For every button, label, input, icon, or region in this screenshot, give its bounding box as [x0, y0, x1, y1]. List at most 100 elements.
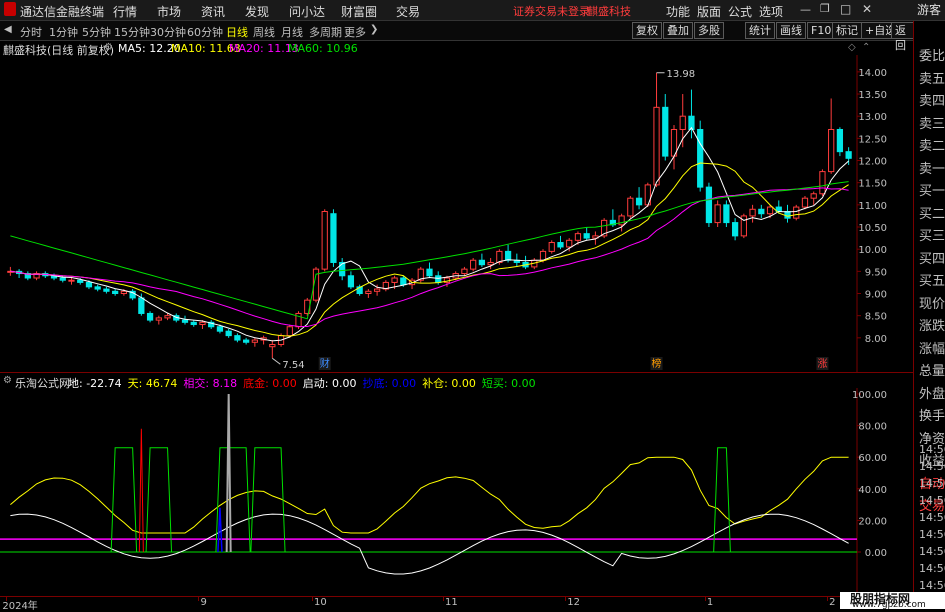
menu-item-wenxiaoda[interactable]: 问小达	[289, 3, 325, 20]
price-tick-label: 13.00	[858, 112, 887, 123]
menu-item-discover[interactable]: 发现	[245, 3, 269, 20]
indicator-values: 地: -22.74 天: 46.74 相交: 8.18 底金: 0.00 启动: 0.0…	[68, 375, 542, 390]
period-15min[interactable]: 15分钟	[114, 24, 150, 40]
candle-body	[190, 321, 197, 326]
period-timeshare[interactable]: 分时	[20, 24, 42, 40]
more-arrow-icon[interactable]: ❯	[370, 24, 378, 35]
price-tick-label: 13.50	[858, 90, 887, 101]
right-panel-item[interactable]: 卖二	[919, 135, 945, 154]
low-marker-line	[272, 357, 281, 365]
left-arrow-icon[interactable]: ◀	[4, 24, 12, 35]
right-panel-item[interactable]: 涨幅	[919, 338, 945, 357]
right-panel-item[interactable]: 买二	[919, 203, 945, 222]
candle-body	[181, 319, 189, 323]
candle-body	[504, 250, 512, 261]
price-chart[interactable]: 14.00 13.50 13.00 12.50 12.00 11.50 11.00 10.50…	[0, 55, 913, 372]
scroll-up-icon[interactable]: ⌃	[862, 42, 870, 53]
candle-body	[426, 268, 433, 277]
app-logo-icon	[4, 2, 16, 16]
right-panel-item[interactable]: 买五	[919, 270, 945, 289]
menu-item-layout[interactable]: 版面	[697, 3, 721, 20]
stats-button[interactable]: 统计	[745, 22, 775, 39]
right-panel-item[interactable]: 买四	[919, 248, 945, 267]
indicator-chart[interactable]: 100.00 80.00 60.00 40.00 20.00 0.00	[0, 388, 913, 596]
candle-body	[548, 242, 555, 252]
ma60-label: MA60: 10.96	[288, 42, 358, 55]
period-weekly[interactable]: 周线	[253, 24, 275, 40]
overlay-button[interactable]: 叠加	[663, 22, 693, 39]
right-panel-item[interactable]: 买一	[919, 180, 945, 199]
right-panel-time: 14:56	[919, 562, 945, 575]
menu-item-wealth[interactable]: 财富圈	[341, 3, 377, 20]
period-60min[interactable]: 60分钟	[187, 24, 223, 40]
menu-item-options[interactable]: 选项	[759, 3, 783, 20]
right-panel-item[interactable]: 现价	[919, 293, 945, 312]
x-axis-label: 12	[567, 597, 580, 608]
minimize-icon[interactable]: —	[800, 3, 811, 16]
x-axis-tick	[704, 597, 706, 601]
candle-body	[68, 279, 75, 282]
indicator-settings-icon[interactable]: ⚙	[3, 375, 12, 386]
x-axis-tick	[198, 597, 200, 601]
candle-body	[731, 222, 739, 237]
candle-body	[583, 233, 590, 239]
candle-body	[77, 279, 84, 283]
short-buy-pulse	[250, 447, 286, 553]
menu-item-function[interactable]: 功能	[666, 3, 690, 20]
period-30min[interactable]: 30分钟	[150, 24, 186, 40]
bottom-gold-spike	[138, 428, 144, 553]
period-1min[interactable]: 1分钟	[49, 24, 78, 40]
login-notice[interactable]: 证券交易未登录	[513, 3, 590, 19]
indicator-tick-label: 60.00	[858, 453, 887, 464]
candle-body	[845, 151, 852, 159]
menu-item-market[interactable]: 市场	[157, 3, 181, 20]
candle-body	[627, 197, 634, 217]
right-panel-item[interactable]: 委比	[919, 45, 945, 64]
candle-body	[836, 128, 844, 153]
x-axis-label: 9	[200, 597, 207, 608]
candle-body	[330, 213, 337, 263]
menu-item-news[interactable]: 资讯	[201, 3, 225, 20]
right-panel-item[interactable]: 卖一	[919, 158, 945, 177]
draw-button[interactable]: 画线	[776, 22, 806, 39]
period-daily[interactable]: 日线	[226, 24, 248, 40]
candle-body	[749, 208, 756, 217]
candle-body	[539, 250, 547, 261]
period-5min[interactable]: 5分钟	[82, 24, 111, 40]
candle-body	[810, 193, 817, 199]
x-axis-label: 1	[706, 597, 714, 608]
price-tick-label: 12.50	[858, 134, 887, 145]
right-panel-item[interactable]: 卖三	[919, 113, 945, 132]
right-panel-item[interactable]: 涨跌	[919, 315, 945, 334]
mark-button[interactable]: 标记	[832, 22, 862, 39]
right-panel-item[interactable]: 总量	[919, 360, 945, 379]
right-panel-item[interactable]: 买三	[919, 225, 945, 244]
back-button[interactable]: 返回	[891, 22, 915, 52]
candle-body	[155, 317, 162, 321]
menu-item-formula[interactable]: 公式	[728, 3, 752, 20]
price-tick-label: 10.00	[858, 245, 887, 256]
period-monthly[interactable]: 月线	[281, 24, 303, 40]
candle-body	[120, 290, 128, 295]
right-panel-item[interactable]: 卖四	[919, 90, 945, 109]
candle-body	[234, 335, 241, 341]
right-panel-item[interactable]: 外盘	[919, 383, 945, 402]
menu-item-quotes[interactable]: 行情	[113, 3, 137, 20]
right-panel-time: 14:56	[919, 477, 945, 490]
period-multi[interactable]: 多周期	[309, 24, 342, 40]
adjust-button[interactable]: 复权	[632, 22, 662, 39]
period-more[interactable]: 更多	[344, 24, 366, 40]
multi-stock-button[interactable]: 多股	[694, 22, 724, 39]
settings-icon[interactable]: ⚙	[104, 42, 113, 53]
guest-user[interactable]: 游客	[913, 0, 945, 20]
right-panel-item[interactable]: 卖五	[919, 68, 945, 87]
candle-body	[635, 197, 643, 206]
diamond-icon[interactable]: ◇	[848, 42, 856, 53]
maximize-icon[interactable]: □	[840, 2, 851, 16]
restore-icon[interactable]: ❐	[820, 2, 830, 15]
close-icon[interactable]: ✕	[862, 2, 872, 16]
x-axis-tick	[827, 597, 829, 601]
x-axis-label: 10	[313, 597, 327, 608]
right-panel-item[interactable]: 换手	[919, 405, 945, 424]
menu-item-trade[interactable]: 交易	[396, 3, 420, 20]
